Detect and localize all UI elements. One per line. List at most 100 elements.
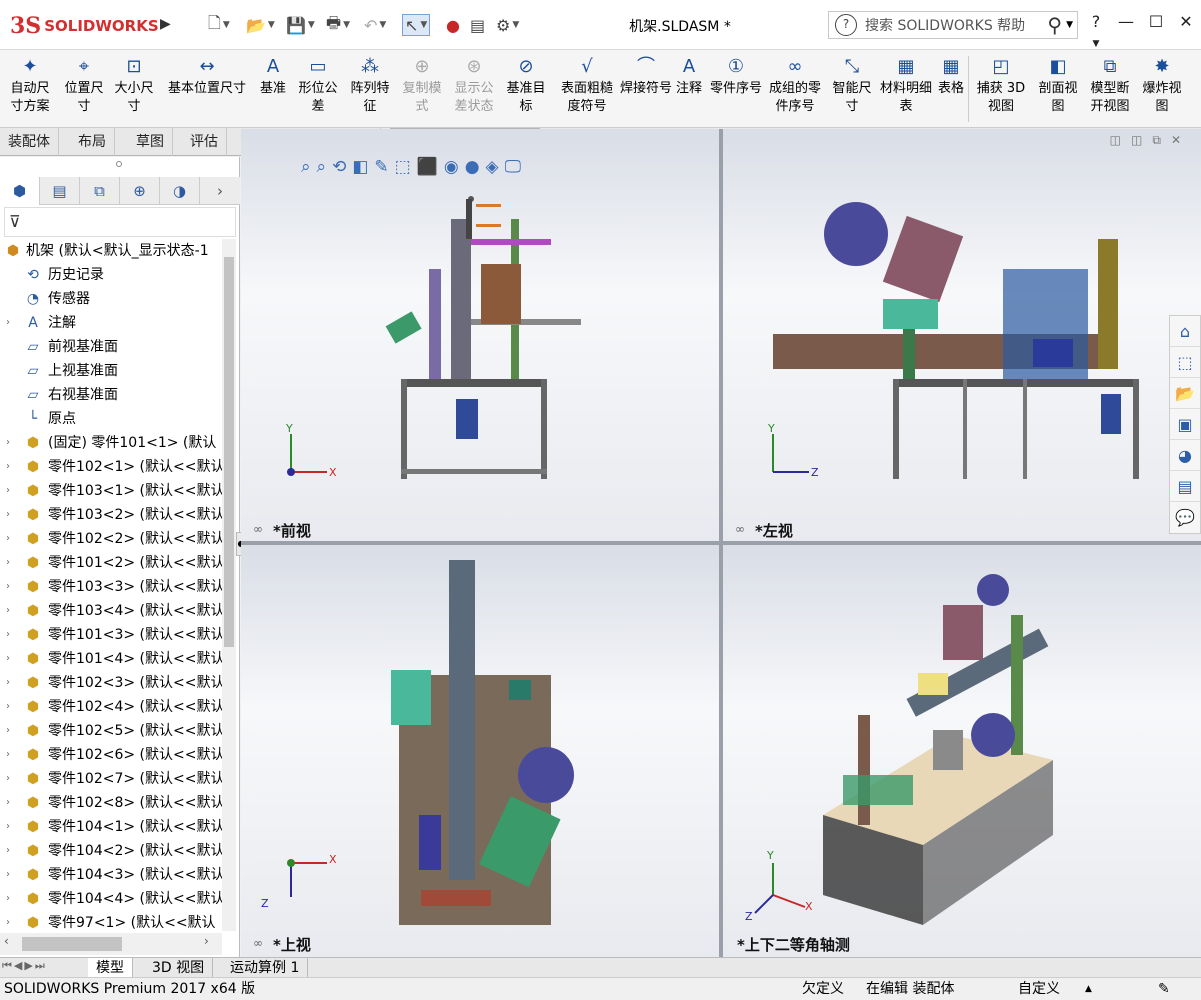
tree-item[interactable]: › ⬢ 零件103<3> (默认<<默认 bbox=[0, 575, 222, 599]
link-views-icon[interactable]: ∞ bbox=[253, 522, 263, 536]
tree-item[interactable]: › ⬢ 零件102<6> (默认<<默认 bbox=[0, 743, 222, 767]
ribbon-button-tolerance-status[interactable]: ⊛ 显示公差状态 bbox=[450, 54, 498, 116]
chevron-down-icon[interactable]: ▼ bbox=[343, 20, 350, 30]
expand-arrow-icon[interactable]: › bbox=[6, 791, 16, 815]
tree-item[interactable]: › ⬢ 零件102<1> (默认<<默认 bbox=[0, 455, 222, 479]
search-icon[interactable]: ⚲ bbox=[1047, 13, 1062, 37]
tab-2[interactable]: 草图 bbox=[128, 128, 173, 156]
scroll-right-icon[interactable]: › bbox=[204, 934, 209, 948]
display-style-icon[interactable]: ⬛ bbox=[417, 157, 438, 177]
expand-arrow-icon[interactable]: › bbox=[6, 767, 16, 791]
expand-arrow-icon[interactable]: › bbox=[6, 719, 16, 743]
tab-1[interactable]: 布局 bbox=[70, 128, 115, 156]
minimize-icon[interactable]: — bbox=[1111, 12, 1141, 50]
file-properties-button[interactable]: ▤ bbox=[470, 14, 485, 36]
viewport-restore-icon[interactable]: ◫ bbox=[1110, 133, 1131, 147]
expand-arrow-icon[interactable]: › bbox=[6, 839, 16, 863]
chevron-down-icon[interactable]: ▼ bbox=[268, 20, 275, 30]
scrollbar-thumb[interactable] bbox=[22, 937, 122, 951]
ribbon-button-table[interactable]: ▦ 表格 bbox=[934, 54, 968, 98]
expand-arrow-icon[interactable]: › bbox=[6, 599, 16, 623]
tree-item[interactable]: › ⬢ 零件102<5> (默认<<默认 bbox=[0, 719, 222, 743]
chevron-down-icon[interactable]: ▼ bbox=[1081, 39, 1111, 49]
scroll-left-icon[interactable]: ‹ bbox=[4, 934, 9, 948]
link-views-icon[interactable]: ∞ bbox=[253, 936, 263, 950]
tree-vertical-scrollbar[interactable] bbox=[222, 239, 236, 931]
forum-icon[interactable]: 💬 bbox=[1170, 502, 1200, 533]
chevron-down-icon[interactable]: ▼ bbox=[1066, 20, 1073, 30]
tree-item[interactable]: › A 注解 bbox=[0, 311, 222, 335]
expand-arrow-icon[interactable]: › bbox=[6, 527, 16, 551]
ribbon-button-section-view[interactable]: ◧ 剖面视图 bbox=[1034, 54, 1082, 116]
expand-arrow-icon[interactable]: › bbox=[6, 455, 16, 479]
expand-arrow-icon[interactable]: › bbox=[6, 743, 16, 767]
ribbon-button-datum-target[interactable]: ⊘ 基准目标 bbox=[502, 54, 550, 116]
section-view-icon[interactable]: ◧ bbox=[352, 157, 368, 177]
expand-arrow-icon[interactable]: › bbox=[6, 815, 16, 839]
ribbon-button-capture-3d-view[interactable]: ◰ 捕获 3D 视图 bbox=[974, 54, 1028, 116]
open-document-button[interactable]: 📂 ▼ bbox=[246, 14, 275, 36]
ribbon-button-weld-symbol[interactable]: ⌒ 焊接符号 bbox=[620, 54, 672, 98]
ribbon-button-copy-scheme[interactable]: ⊕ 复制模式 bbox=[398, 54, 446, 116]
tree-item[interactable]: › ⬢ 零件102<7> (默认<<默认 bbox=[0, 767, 222, 791]
viewport-maximize-icon[interactable]: ⧉ bbox=[1152, 133, 1171, 147]
appearances-icon[interactable]: ◕ bbox=[1170, 440, 1200, 471]
edit-appearance-icon[interactable]: ● bbox=[465, 157, 480, 177]
display-manager-tab-icon[interactable]: ◑ bbox=[160, 177, 200, 205]
chevron-down-icon[interactable]: ▼ bbox=[512, 20, 519, 30]
maximize-icon[interactable]: ☐ bbox=[1141, 12, 1171, 50]
ribbon-button-pattern-feature[interactable]: ⁂ 阵列特征 bbox=[346, 54, 394, 116]
viewport-close-icon[interactable]: ✕ bbox=[1171, 133, 1191, 147]
ribbon-button-auto-dimension[interactable]: ✦ 自动尺寸方案 bbox=[6, 54, 54, 116]
ribbon-button-surface-finish[interactable]: √ 表面粗糙度符号 bbox=[556, 54, 618, 116]
graphics-area[interactable]: ⌕ ⌕ ⟲ ◧ ✎ ⬚ ⬛ ◉ ● ◈ 🖵 Y X ∞ *前视 ◫◫⧉✕ Y Z… bbox=[241, 129, 1201, 957]
expand-arrow-icon[interactable]: › bbox=[6, 695, 16, 719]
search-input[interactable]: 搜索 SOLIDWORKS 帮助 bbox=[865, 15, 1047, 35]
tree-item[interactable]: › ⬢ 零件103<1> (默认<<默认 bbox=[0, 479, 222, 503]
select-button[interactable]: ↖ ▼ bbox=[402, 14, 431, 36]
ribbon-button-location-dimension[interactable]: ⌖ 位置尺寸 bbox=[60, 54, 108, 116]
link-views-icon[interactable]: ∞ bbox=[735, 522, 745, 536]
tree-item[interactable]: └ 原点 bbox=[0, 407, 222, 431]
tree-item[interactable]: › ⬢ 零件97<1> (默认<<默认 bbox=[0, 911, 222, 931]
tree-item[interactable]: › ⬢ 零件104<1> (默认<<默认 bbox=[0, 815, 222, 839]
view-orientation-icon[interactable]: ⬚ bbox=[395, 157, 411, 177]
tree-item[interactable]: ▱ 右视基准面 bbox=[0, 383, 222, 407]
expand-arrow-icon[interactable]: › bbox=[6, 647, 16, 671]
ribbon-button-geometric-tolerance[interactable]: ▭ 形位公差 bbox=[294, 54, 342, 116]
property-manager-tab-icon[interactable]: ▤ bbox=[40, 177, 80, 205]
home-icon[interactable]: ⌂ bbox=[1170, 316, 1200, 347]
tree-item[interactable]: › ⬢ 零件101<3> (默认<<默认 bbox=[0, 623, 222, 647]
tab-nav-arrows-icon[interactable]: ⏮◀▶⏭ bbox=[2, 959, 47, 973]
ribbon-button-bom[interactable]: ▦ 材料明细表 bbox=[880, 54, 932, 116]
new-document-button[interactable]: 🗋 ▼ bbox=[208, 13, 230, 36]
chevron-right-icon[interactable]: › bbox=[200, 177, 240, 205]
viewport-left[interactable]: ◫◫⧉✕ Y Z ∞ *左视 bbox=[723, 129, 1201, 541]
filter-icon[interactable]: ⊽ bbox=[4, 207, 236, 237]
design-library-icon[interactable]: ⬚ bbox=[1170, 347, 1200, 378]
tree-item[interactable]: › ⬢ 零件104<2> (默认<<默认 bbox=[0, 839, 222, 863]
ribbon-button-size-dimension[interactable]: ⊡ 大小尺寸 bbox=[110, 54, 158, 116]
previous-view-icon[interactable]: ⟲ bbox=[332, 157, 346, 177]
tab-3[interactable]: 评估 bbox=[182, 128, 227, 156]
ribbon-button-note[interactable]: A 注释 bbox=[672, 54, 706, 98]
chevron-down-icon[interactable]: ▼ bbox=[420, 20, 427, 30]
ribbon-button-model-break-view[interactable]: ⧉ 模型断开视图 bbox=[1086, 54, 1134, 116]
tooltip-toggle-icon[interactable]: ✎ bbox=[1158, 978, 1170, 1000]
tree-item[interactable]: › ⬢ 零件101<4> (默认<<默认 bbox=[0, 647, 222, 671]
chevron-down-icon[interactable]: ▼ bbox=[308, 20, 315, 30]
hide-show-items-icon[interactable]: ◉ bbox=[444, 157, 459, 177]
expand-arrow-icon[interactable]: › bbox=[6, 551, 16, 575]
zoom-area-icon[interactable]: ⌕ bbox=[317, 157, 327, 177]
ribbon-button-balloon[interactable]: ① 零件序号 bbox=[710, 54, 762, 98]
zoom-to-fit-icon[interactable]: ⌕ bbox=[301, 157, 311, 177]
bottom-tab-1[interactable]: 3D 视图 bbox=[144, 958, 214, 978]
dimxpert-manager-tab-icon[interactable]: ⊕ bbox=[120, 177, 160, 205]
tree-horizontal-scrollbar[interactable]: ‹ › bbox=[0, 933, 222, 955]
tree-item[interactable]: › ⬢ 零件103<4> (默认<<默认 bbox=[0, 599, 222, 623]
chevron-down-icon[interactable]: ▼ bbox=[223, 20, 230, 30]
ribbon-button-stacked-balloon[interactable]: ∞ 成组的零件序号 bbox=[764, 54, 826, 116]
viewport-front[interactable]: ⌕ ⌕ ⟲ ◧ ✎ ⬚ ⬛ ◉ ● ◈ 🖵 Y X ∞ *前视 bbox=[241, 129, 719, 541]
tree-item[interactable]: › ⬢ 零件103<2> (默认<<默认 bbox=[0, 503, 222, 527]
ribbon-button-smart-dimension[interactable]: ⤡ 智能尺寸 bbox=[828, 54, 876, 116]
